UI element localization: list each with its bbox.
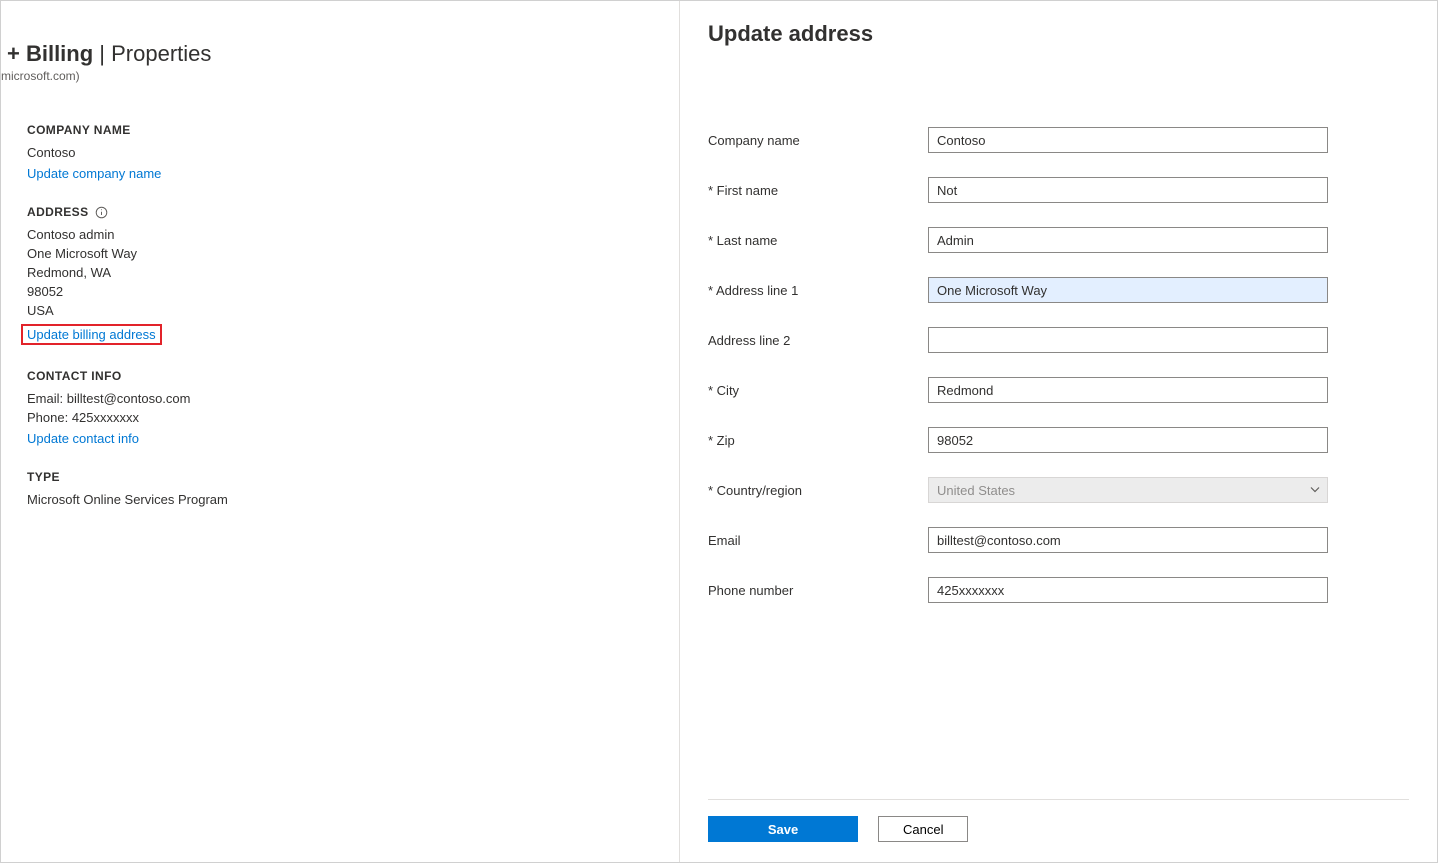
address-line: 98052 <box>27 282 681 301</box>
city-input[interactable] <box>928 377 1328 403</box>
country-select[interactable]: United States <box>928 477 1328 503</box>
address1-input[interactable] <box>928 277 1328 303</box>
phone-label: Phone number <box>708 583 928 598</box>
last-name-label: * Last name <box>708 233 928 248</box>
contact-header: CONTACT INFO <box>27 369 681 383</box>
company-name-label: Company name <box>708 133 928 148</box>
address1-label: * Address line 1 <box>708 283 928 298</box>
address-header: ADDRESS <box>27 205 681 219</box>
address2-label: Address line 2 <box>708 333 928 348</box>
page-subtitle: microsoft.com) <box>1 69 681 83</box>
first-name-input[interactable] <box>928 177 1328 203</box>
type-header: TYPE <box>27 470 681 484</box>
contact-phone: Phone: 425xxxxxxx <box>27 408 681 427</box>
panel-title: Update address <box>708 21 1409 47</box>
city-row: * City <box>708 377 1409 403</box>
properties-panel: + Billing | Properties microsoft.com) CO… <box>1 1 681 862</box>
address-section: ADDRESS Contoso admin One Microsoft Way … <box>1 205 681 345</box>
type-value: Microsoft Online Services Program <box>27 490 681 509</box>
address-line: USA <box>27 301 681 320</box>
contact-email: Email: billtest@contoso.com <box>27 389 681 408</box>
form: Company name * First name * Last name * … <box>708 127 1409 799</box>
address1-row: * Address line 1 <box>708 277 1409 303</box>
email-row: Email <box>708 527 1409 553</box>
city-label: * City <box>708 383 928 398</box>
zip-input[interactable] <box>928 427 1328 453</box>
company-header: COMPANY NAME <box>27 123 681 137</box>
email-input[interactable] <box>928 527 1328 553</box>
address2-input[interactable] <box>928 327 1328 353</box>
address2-row: Address line 2 <box>708 327 1409 353</box>
country-label: * Country/region <box>708 483 928 498</box>
update-address-panel: Update address Company name * First name… <box>679 1 1437 862</box>
type-section: TYPE Microsoft Online Services Program <box>1 470 681 509</box>
phone-row: Phone number <box>708 577 1409 603</box>
phone-input[interactable] <box>928 577 1328 603</box>
first-name-row: * First name <box>708 177 1409 203</box>
cancel-button[interactable]: Cancel <box>878 816 968 842</box>
panel-footer: Save Cancel <box>708 799 1409 862</box>
save-button[interactable]: Save <box>708 816 858 842</box>
company-section: COMPANY NAME Contoso Update company name <box>1 123 681 181</box>
zip-row: * Zip <box>708 427 1409 453</box>
page-title: + Billing | Properties <box>1 41 681 67</box>
last-name-row: * Last name <box>708 227 1409 253</box>
country-select-wrap: United States <box>928 477 1328 503</box>
company-name-row: Company name <box>708 127 1409 153</box>
first-name-label: * First name <box>708 183 928 198</box>
company-name-input[interactable] <box>928 127 1328 153</box>
contact-section: CONTACT INFO Email: billtest@contoso.com… <box>1 369 681 446</box>
info-icon[interactable] <box>94 205 108 219</box>
update-company-name-link[interactable]: Update company name <box>27 166 161 181</box>
zip-label: * Zip <box>708 433 928 448</box>
email-label: Email <box>708 533 928 548</box>
company-value: Contoso <box>27 143 681 162</box>
update-billing-address-link[interactable]: Update billing address <box>21 324 162 345</box>
country-row: * Country/region United States <box>708 477 1409 503</box>
address-line: Redmond, WA <box>27 263 681 282</box>
update-contact-info-link[interactable]: Update contact info <box>27 431 139 446</box>
address-line: Contoso admin <box>27 225 681 244</box>
last-name-input[interactable] <box>928 227 1328 253</box>
address-line: One Microsoft Way <box>27 244 681 263</box>
